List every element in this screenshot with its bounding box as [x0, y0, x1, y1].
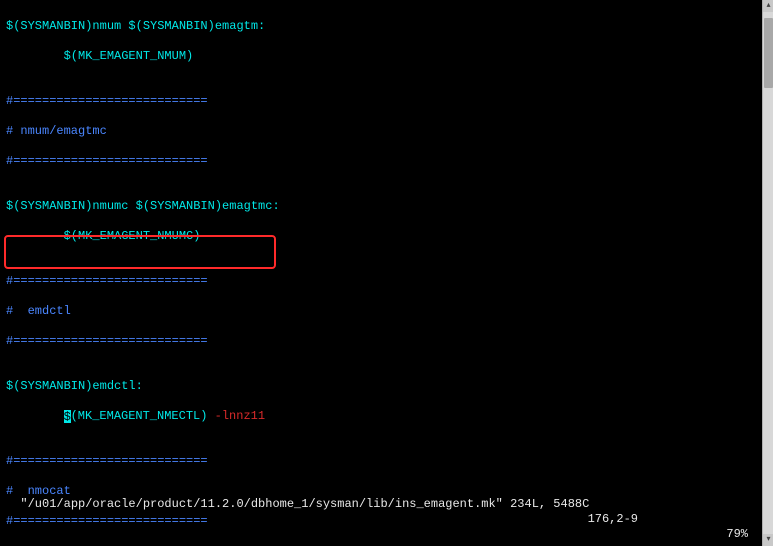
code-line: $(SYSMANBIN)nmum $(SYSMANBIN)emagtm: [6, 19, 756, 34]
scroll-down-arrow-icon[interactable]: ▾ [763, 534, 773, 546]
cursor: $ [64, 410, 71, 423]
scrollbar-thumb[interactable] [764, 18, 773, 88]
comment-line: # nmum/emagtmc [6, 124, 756, 139]
code-line: $(SYSMANBIN)emdctl: [6, 379, 756, 394]
code-line: $(SYSMANBIN)nmumc $(SYSMANBIN)emagtmc: [6, 199, 756, 214]
scroll-up-arrow-icon[interactable]: ▴ [763, 0, 773, 12]
terminal-viewport[interactable]: $(SYSMANBIN)nmum $(SYSMANBIN)emagtm: $(M… [0, 0, 762, 546]
code-line: $(MK_EMAGENT_NMUMC) [6, 229, 756, 244]
status-file: "/u01/app/oracle/product/11.2.0/dbhome_1… [20, 497, 589, 511]
comment-line: #=========================== [6, 154, 756, 169]
status-scroll-pct: 79% [726, 527, 748, 542]
status-cursor-pos: 176,2-9 [588, 512, 638, 527]
comment-line: #=========================== [6, 274, 756, 289]
comment-line: # emdctl [6, 304, 756, 319]
code-line: $(MK_EMAGENT_NMUM) [6, 49, 756, 64]
comment-line: #=========================== [6, 334, 756, 349]
comment-line: #=========================== [6, 94, 756, 109]
code-line-highlighted: $(MK_EMAGENT_NMECTL) -lnnz11 [6, 409, 756, 424]
comment-line: #=========================== [6, 454, 756, 469]
vertical-scrollbar[interactable]: ▴ ▾ [762, 0, 773, 546]
vim-status-bar: "/u01/app/oracle/product/11.2.0/dbhome_1… [6, 482, 758, 542]
